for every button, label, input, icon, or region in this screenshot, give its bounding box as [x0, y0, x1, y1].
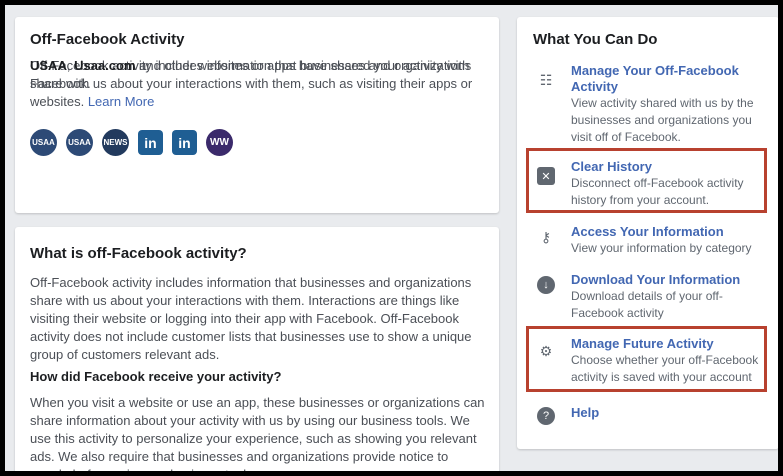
linkedin-logo[interactable]: in — [138, 130, 163, 155]
manage-off-facebook-activity-item[interactable]: ☷ Manage Your Off-Facebook Activity View… — [529, 63, 769, 149]
action-title[interactable]: Access Your Information — [571, 224, 771, 240]
list-settings-icon: ☷ — [539, 71, 553, 88]
usaa-logo[interactable]: USAA — [66, 129, 93, 156]
action-description: View activity shared with us by the busi… — [571, 96, 754, 144]
action-title[interactable]: Manage Your Off-Facebook Activity — [571, 63, 771, 95]
clear-history-highlight — [526, 148, 767, 213]
page-frame: Off-Facebook Activity Off-Facebook activ… — [5, 5, 778, 471]
manage-future-activity-highlight — [526, 326, 767, 392]
help-item[interactable]: ? Help — [529, 405, 769, 429]
business-logos: USAA USAA NEWS in in WW — [30, 129, 233, 156]
download-icon: ↓ — [537, 276, 555, 294]
download-information-item[interactable]: ↓ Download Your Information Download det… — [529, 272, 769, 328]
help-icon: ? — [537, 407, 555, 425]
card-title: Off-Facebook Activity — [30, 31, 185, 48]
business-name: Usaa.com — [74, 58, 136, 73]
action-description: Download details of your off-Facebook ac… — [571, 289, 723, 320]
business-name: USAA — [30, 58, 67, 73]
ww-logo[interactable]: WW — [206, 129, 233, 156]
learn-more-link[interactable]: Learn More — [88, 94, 154, 109]
nbc-news-logo[interactable]: NEWS — [102, 129, 129, 156]
key-icon: ⚷ — [540, 228, 552, 245]
usaa-logo[interactable]: USAA — [30, 129, 57, 156]
how-received-heading: How did Facebook receive your activity? — [30, 369, 282, 384]
how-received-paragraph: When you visit a website or use an app, … — [30, 395, 485, 471]
off-facebook-activity-card: Off-Facebook Activity Off-Facebook activ… — [15, 17, 499, 213]
what-is-paragraph: Off-Facebook activity includes informati… — [30, 275, 472, 362]
shared-by-text: USAA, Usaa.com and other websites or app… — [30, 58, 470, 91]
access-information-item[interactable]: ⚷ Access Your Information View your info… — [529, 224, 769, 264]
action-title[interactable]: Download Your Information — [571, 272, 771, 288]
linkedin-logo[interactable]: in — [172, 130, 197, 155]
action-title[interactable]: Help — [571, 405, 771, 421]
what-is-title: What is off-Facebook activity? — [30, 245, 247, 262]
actions-title: What You Can Do — [533, 31, 658, 48]
what-is-card: What is off-Facebook activity? Off-Faceb… — [15, 227, 499, 471]
action-description: View your information by category — [571, 241, 752, 255]
